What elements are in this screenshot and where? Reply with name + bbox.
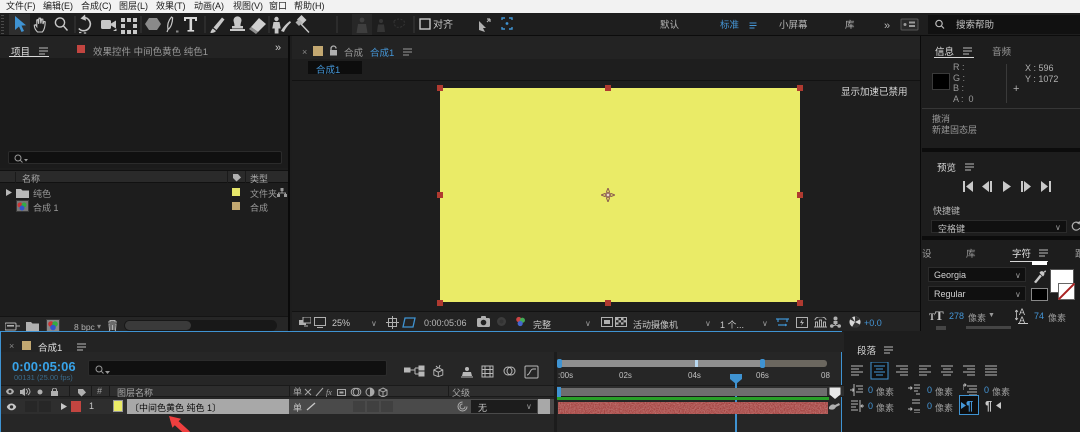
svg-text:对齐: 对齐 — [433, 18, 453, 31]
svg-text:标准: 标准 — [720, 19, 740, 31]
svg-text:单: 单 — [293, 387, 302, 397]
svg-text:A: A — [1019, 315, 1025, 324]
svg-text:小屏幕: 小屏幕 — [779, 19, 808, 31]
svg-text:T: T — [935, 308, 944, 321]
svg-text:默认: 默认 — [660, 19, 680, 31]
svg-text:¶: ¶ — [966, 398, 973, 412]
svg-text:库: 库 — [845, 19, 855, 31]
svg-text:»: » — [884, 20, 890, 32]
svg-text:搜索帮助: 搜索帮助 — [956, 19, 994, 31]
svg-text:fx: fx — [326, 388, 332, 397]
svg-text:¶: ¶ — [985, 398, 992, 412]
